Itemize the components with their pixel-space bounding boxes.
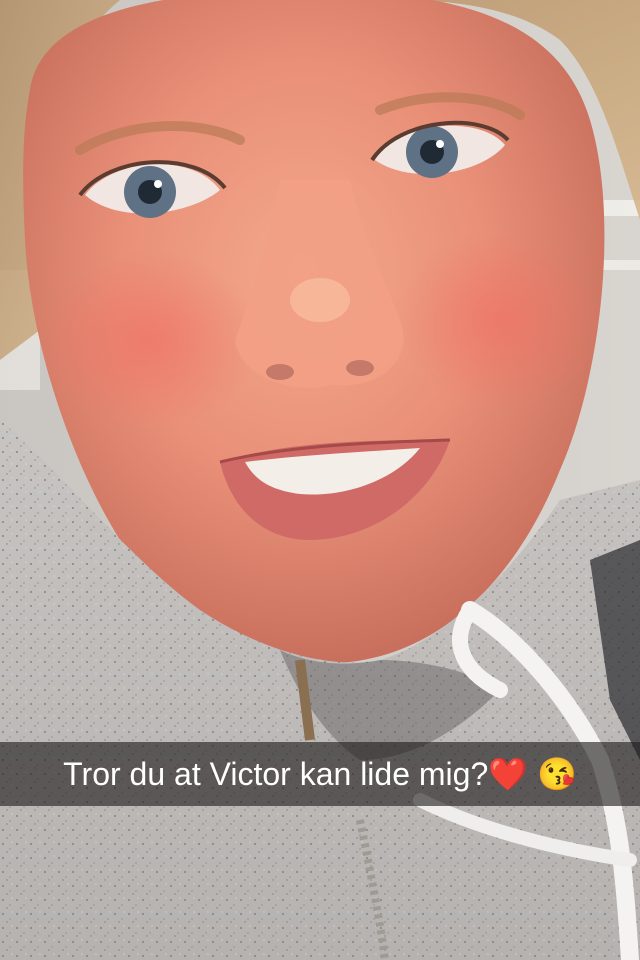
snap-photo bbox=[0, 0, 640, 960]
snap-caption-text: Tror du at Victor kan lide mig?❤️ 😘 bbox=[63, 756, 577, 792]
snap-caption-bar: Tror du at Victor kan lide mig?❤️ 😘 bbox=[0, 742, 640, 806]
